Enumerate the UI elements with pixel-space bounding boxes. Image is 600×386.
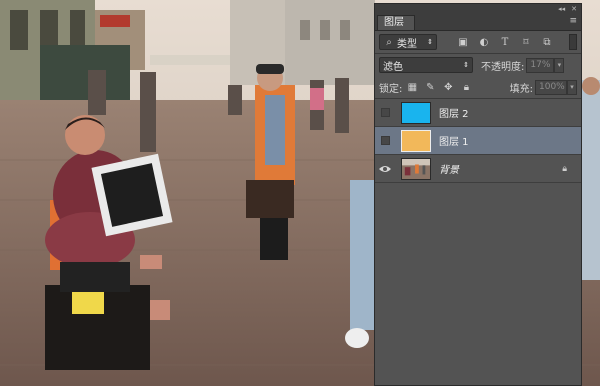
layer-row-layer-1[interactable]: 图层 1 [375,127,581,155]
fill-slider-button[interactable]: ▾ [567,79,577,95]
visibility-empty-box [380,108,390,117]
lock-row: 锁定: ▦ ✎ ✥ 🔒︎ 填充: 100% ▾ [375,76,581,98]
chevron-updown-icon: ⇕ [463,61,469,69]
blend-mode-dropdown[interactable]: 滤色 ⇕ [379,57,473,73]
opacity-field[interactable]: 17% [526,57,555,73]
eye-icon [379,165,391,172]
layer-thumbnail [401,129,431,152]
fill-label: 填充: [509,83,533,95]
shape-filter-icon[interactable]: ⌑ [520,36,532,48]
layer-thumbnail [401,157,431,180]
background-thumbnail-image [402,158,430,179]
layer-thumbnail [401,101,431,124]
blend-mode-label: 滤色 [383,61,403,73]
layer-visibility-toggle[interactable] [375,155,395,182]
smart-object-filter-icon[interactable]: ⧉ [541,36,553,48]
layers-panel: ◂◂ ✕ 图层 ≡ ⌕ 类型 ⇕ ▣ ◐ T ⌑ ⧉ 滤色 ⇕ 不透明度: 17… [374,3,582,386]
lock-position-icon[interactable]: ✥ [442,81,454,93]
opacity-slider-button[interactable]: ▾ [554,57,565,73]
filter-kind-label: 类型 [397,38,417,50]
layer-color-swatch [402,130,430,151]
filter-icons: ▣ ◐ T ⌑ ⧉ [457,36,553,48]
lock-image-pixels-icon[interactable]: ✎ [424,81,436,93]
filter-toggle-switch[interactable] [569,34,577,50]
collapse-panel-icon[interactable]: ◂◂ [558,5,565,13]
close-panel-icon[interactable]: ✕ [571,5,577,13]
layers-list: 图层 2 图层 1 背景 🔒︎ [375,99,581,183]
layer-name[interactable]: 图层 1 [439,133,469,148]
layer-name[interactable]: 背景 [439,161,459,176]
chevron-updown-icon: ⇕ [427,38,433,46]
adjustment-filter-icon[interactable]: ◐ [478,36,490,48]
layer-visibility-toggle[interactable] [375,127,395,154]
layer-row-background[interactable]: 背景 🔒︎ [375,155,581,183]
lock-icons: ▦ ✎ ✥ 🔒︎ [406,81,472,93]
panel-tab-row: 图层 ≡ [375,14,581,31]
tab-layers[interactable]: 图层 [377,15,415,30]
layer-name[interactable]: 图层 2 [439,105,469,120]
visibility-empty-box [380,136,390,145]
panel-menu-icon[interactable]: ≡ [569,16,577,26]
fill-field[interactable]: 100% [535,79,567,95]
lock-label: 锁定: [379,83,403,95]
panel-title-strip: ◂◂ ✕ [375,4,581,14]
type-filter-icon[interactable]: T [499,36,511,48]
blend-row: 滤色 ⇕ 不透明度: 17% ▾ [375,54,581,76]
opacity-label: 不透明度: [481,61,525,73]
filter-kind-dropdown[interactable]: ⌕ 类型 ⇕ [379,34,437,50]
pixel-filter-icon[interactable]: ▣ [457,36,469,48]
layer-lock-icon: 🔒︎ [562,163,567,174]
layer-visibility-toggle[interactable] [375,99,395,126]
lock-transparent-pixels-icon[interactable]: ▦ [406,81,418,93]
search-icon: ⌕ [386,36,392,48]
layer-row-layer-2[interactable]: 图层 2 [375,99,581,127]
layer-color-swatch [402,102,430,123]
filter-row: ⌕ 类型 ⇕ ▣ ◐ T ⌑ ⧉ [375,31,581,53]
lock-all-icon[interactable]: 🔒︎ [460,81,472,93]
